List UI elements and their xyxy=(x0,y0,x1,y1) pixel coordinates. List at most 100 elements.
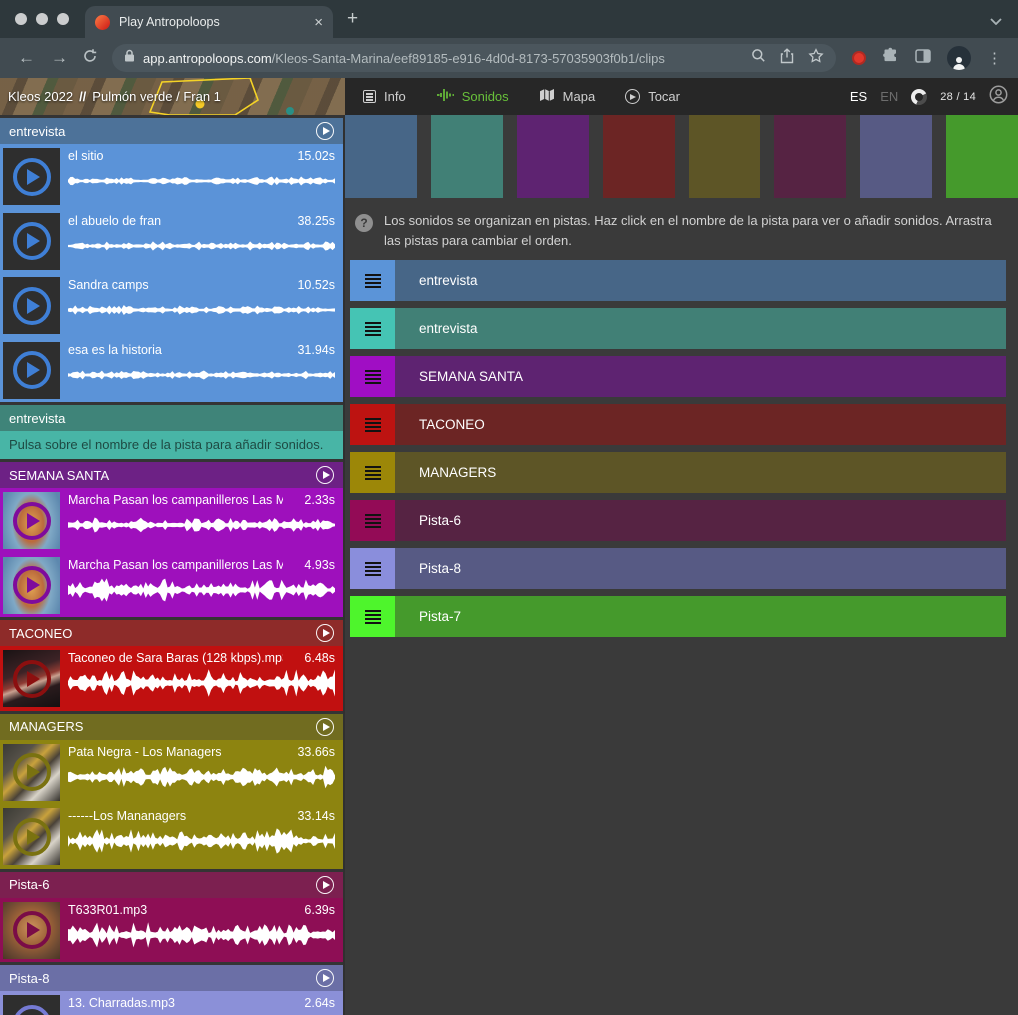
address-bar[interactable]: app.antropoloops.com/Kleos-Santa-Marina/… xyxy=(112,44,836,72)
clip-play-icon[interactable] xyxy=(13,911,51,949)
drag-handle[interactable] xyxy=(350,260,395,301)
browser-menu-icon[interactable]: ⋮ xyxy=(979,49,1008,67)
clip-play-icon[interactable] xyxy=(13,660,51,698)
screen-recording-indicator-icon[interactable] xyxy=(852,51,866,65)
clip-waveform[interactable] xyxy=(68,919,335,951)
tab-close-icon[interactable]: × xyxy=(314,15,323,30)
clip-item[interactable]: Marcha Pasan los campanilleros Las Mejor… xyxy=(0,553,343,618)
track-header[interactable]: MANAGERS xyxy=(0,714,343,740)
clip-item[interactable]: Marcha Pasan los campanilleros Las Mejor… xyxy=(0,488,343,553)
drag-handle[interactable] xyxy=(350,356,395,397)
drag-handle[interactable] xyxy=(350,548,395,589)
track-header[interactable]: TACONEO xyxy=(0,620,343,646)
clip-play-icon[interactable] xyxy=(13,222,51,260)
track-row[interactable]: Pista-6 xyxy=(350,500,1006,541)
window-controls[interactable] xyxy=(0,0,85,38)
clip-thumbnail[interactable] xyxy=(3,650,60,707)
clip-waveform[interactable] xyxy=(68,165,335,197)
clip-thumbnail[interactable] xyxy=(3,995,60,1015)
clip-waveform[interactable] xyxy=(68,359,335,391)
account-icon[interactable] xyxy=(989,85,1008,109)
track-header[interactable]: Pista-6 xyxy=(0,872,343,898)
clip-thumbnail[interactable] xyxy=(3,557,60,614)
play-track-icon[interactable] xyxy=(316,624,334,642)
clip-play-icon[interactable] xyxy=(13,566,51,604)
track-row[interactable]: MANAGERS xyxy=(350,452,1006,493)
nav-mapa[interactable]: Mapa xyxy=(539,88,596,105)
new-tab-button[interactable]: + xyxy=(347,8,358,30)
project-banner[interactable]: Kleos 2022//Pulmón verde / Fran 1 xyxy=(0,78,345,115)
drag-handle[interactable] xyxy=(350,452,395,493)
lang-es-button[interactable]: ES xyxy=(850,89,867,104)
track-row[interactable]: Pista-7 xyxy=(350,596,1006,637)
clip-item[interactable]: el abuelo de fran 38.25s xyxy=(0,209,343,274)
play-track-icon[interactable] xyxy=(316,122,334,140)
nav-tocar[interactable]: Tocar xyxy=(625,89,680,104)
clip-play-icon[interactable] xyxy=(13,753,51,791)
clip-item[interactable]: esa es la historia 31.94s xyxy=(0,338,343,403)
drag-handle[interactable] xyxy=(350,308,395,349)
clip-waveform[interactable] xyxy=(68,574,335,606)
track-row[interactable]: entrevista xyxy=(350,308,1006,349)
clip-item[interactable]: Sandra camps 10.52s xyxy=(0,273,343,338)
clip-item[interactable]: 13. Charradas.mp3 2.64s xyxy=(0,991,343,1015)
clip-thumbnail[interactable] xyxy=(3,148,60,205)
clip-item[interactable]: Taconeo de Sara Baras (128 kbps).mp3 6.4… xyxy=(0,646,343,711)
nav-info[interactable]: Info xyxy=(363,89,406,104)
bookmark-star-icon[interactable] xyxy=(808,48,824,69)
track-header[interactable]: entrevista xyxy=(0,405,343,431)
track-row[interactable]: SEMANA SANTA xyxy=(350,356,1006,397)
clip-waveform[interactable] xyxy=(68,509,335,541)
clip-play-icon[interactable] xyxy=(13,818,51,856)
browser-tab[interactable]: Play Antropoloops × xyxy=(85,6,333,38)
clip-thumbnail[interactable] xyxy=(3,492,60,549)
clip-waveform[interactable] xyxy=(68,761,335,793)
zoom-page-icon[interactable] xyxy=(751,48,766,68)
drag-handle[interactable] xyxy=(350,404,395,445)
clip-play-icon[interactable] xyxy=(13,351,51,389)
clip-thumbnail[interactable] xyxy=(3,213,60,270)
reload-button[interactable] xyxy=(82,48,98,69)
tab-search-chevron-icon[interactable] xyxy=(990,12,1002,30)
side-panel-icon[interactable] xyxy=(915,49,931,68)
forward-button[interactable]: → xyxy=(43,48,76,68)
play-track-icon[interactable] xyxy=(316,718,334,736)
drag-handle[interactable] xyxy=(350,596,395,637)
lang-en-button[interactable]: EN xyxy=(880,89,898,104)
extensions-puzzle-icon[interactable] xyxy=(882,47,899,69)
clip-play-icon[interactable] xyxy=(13,502,51,540)
track-header[interactable]: entrevista xyxy=(0,118,343,144)
drag-handle[interactable] xyxy=(350,500,395,541)
clip-item[interactable]: ------Los Mananagers 33.14s xyxy=(0,804,343,869)
clip-thumbnail[interactable] xyxy=(3,808,60,865)
share-icon[interactable] xyxy=(780,48,794,69)
clip-play-icon[interactable] xyxy=(13,158,51,196)
back-button[interactable]: ← xyxy=(10,48,43,68)
clip-waveform[interactable] xyxy=(68,825,335,857)
play-track-icon[interactable] xyxy=(316,466,334,484)
clip-play-icon[interactable] xyxy=(13,287,51,325)
nav-sonidos[interactable]: Sonidos xyxy=(436,88,509,105)
track-row[interactable]: entrevista xyxy=(350,260,1006,301)
window-zoom-button[interactable] xyxy=(57,13,69,25)
clip-thumbnail[interactable] xyxy=(3,902,60,959)
clip-item[interactable]: el sitio 15.02s xyxy=(0,144,343,209)
play-track-icon[interactable] xyxy=(316,876,334,894)
clip-item[interactable]: Pata Negra - Los Managers 33.66s xyxy=(0,740,343,805)
clip-thumbnail[interactable] xyxy=(3,342,60,399)
clip-play-icon[interactable] xyxy=(13,1005,51,1015)
window-minimize-button[interactable] xyxy=(36,13,48,25)
clip-item[interactable]: T633R01.mp3 6.39s xyxy=(0,898,343,963)
browser-profile-avatar[interactable] xyxy=(947,46,971,70)
track-header[interactable]: Pista-8 xyxy=(0,965,343,991)
clip-thumbnail[interactable] xyxy=(3,744,60,801)
track-row[interactable]: Pista-8 xyxy=(350,548,1006,589)
track-header[interactable]: SEMANA SANTA xyxy=(0,462,343,488)
clip-thumbnail[interactable] xyxy=(3,277,60,334)
url-text[interactable]: app.antropoloops.com/Kleos-Santa-Marina/… xyxy=(143,51,737,66)
window-close-button[interactable] xyxy=(15,13,27,25)
clip-waveform[interactable] xyxy=(68,294,335,326)
clip-waveform[interactable] xyxy=(68,230,335,262)
clip-waveform[interactable] xyxy=(68,667,335,699)
play-track-icon[interactable] xyxy=(316,969,334,987)
